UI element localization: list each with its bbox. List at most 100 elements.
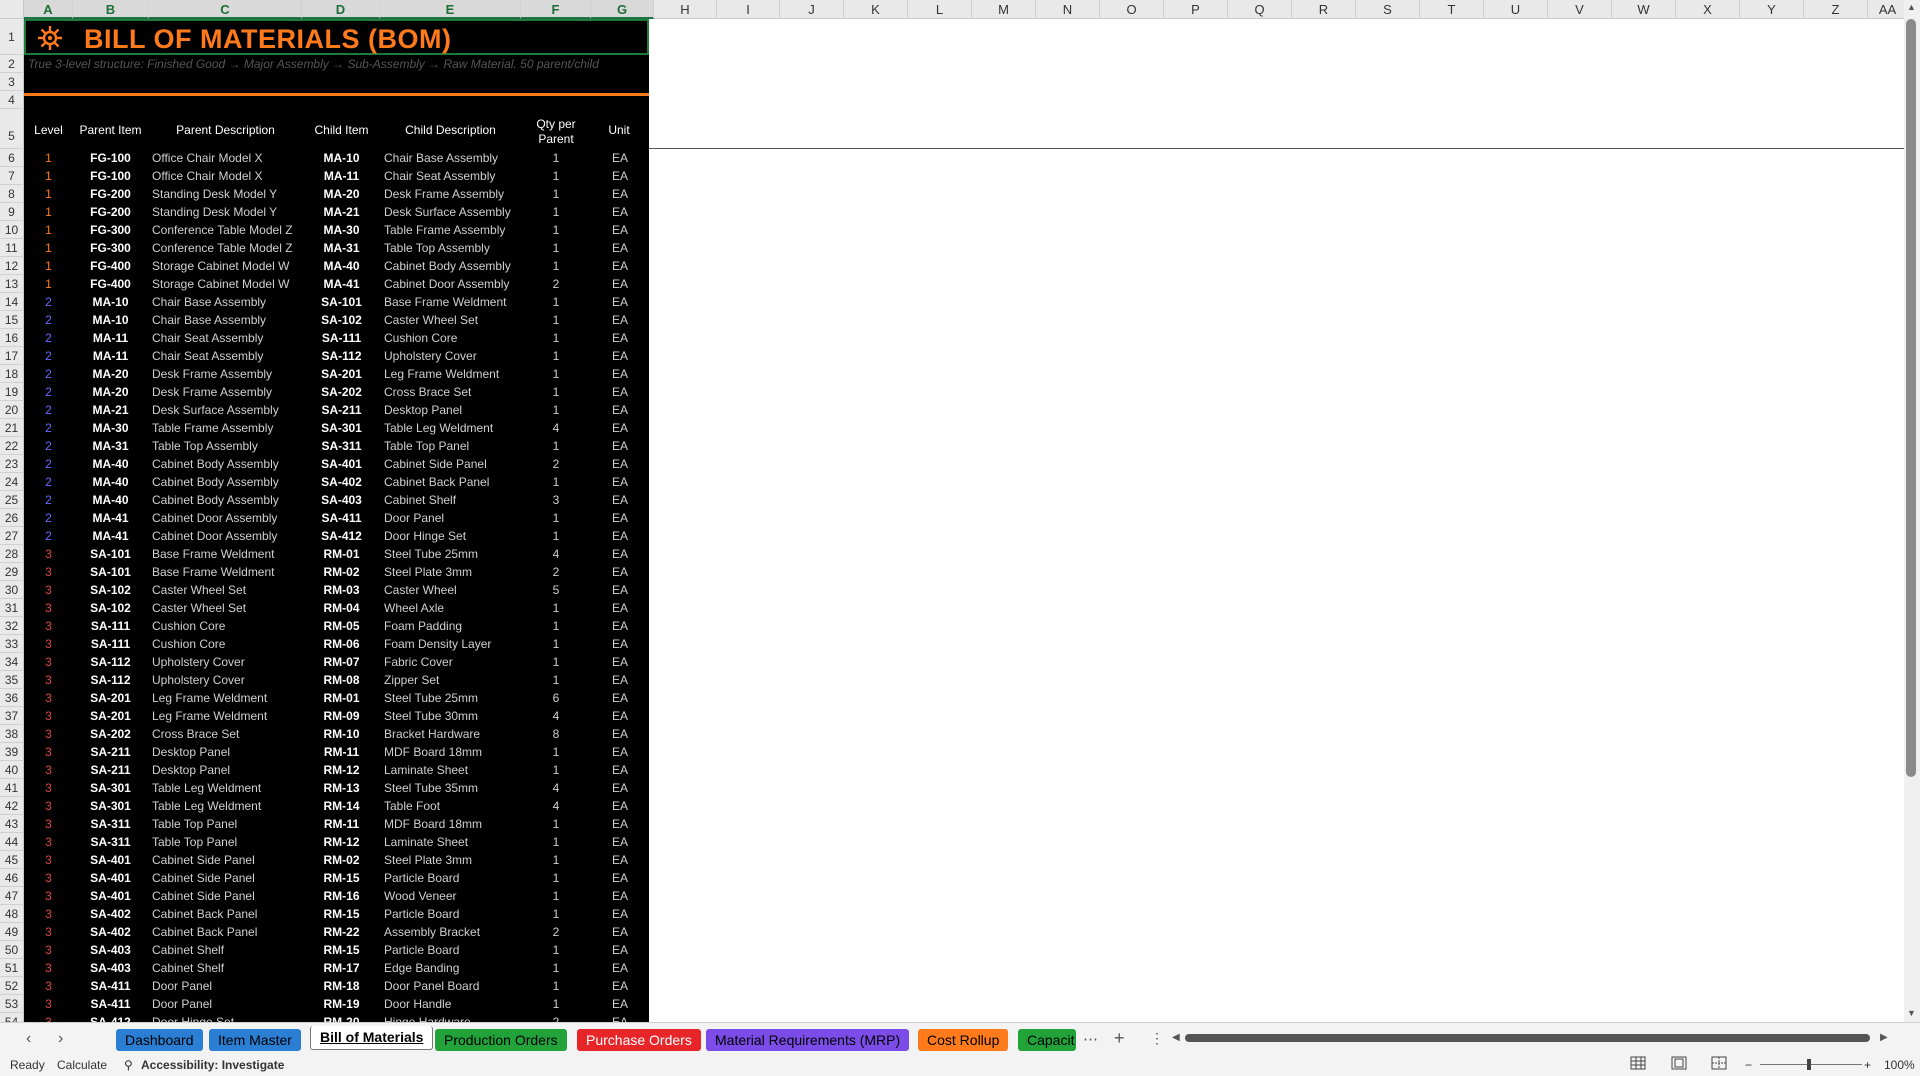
child-item-cell[interactable]: MA-40 [303,257,380,275]
child-description-cell[interactable]: Cabinet Body Assembly [380,257,525,275]
row-header-27[interactable]: 27 [0,527,24,545]
column-header-w[interactable]: W [1612,0,1676,19]
qty-cell[interactable]: 2 [521,1013,591,1022]
child-description-cell[interactable]: Steel Tube 25mm [380,545,525,563]
level-cell[interactable]: 2 [24,419,73,437]
sheet-tab-production-orders[interactable]: Production Orders [435,1029,567,1051]
qty-cell[interactable]: 2 [521,455,591,473]
column-header-d[interactable]: D [302,0,380,19]
qty-cell[interactable]: 1 [521,257,591,275]
child-description-cell[interactable]: MDF Board 18mm [380,743,525,761]
parent-item-cell[interactable]: MA-21 [73,401,148,419]
qty-cell[interactable]: 4 [521,707,591,725]
qty-cell[interactable]: 2 [521,275,591,293]
parent-description-cell[interactable]: Cabinet Door Assembly [148,527,307,545]
qty-cell[interactable]: 1 [521,311,591,329]
level-cell[interactable]: 2 [24,401,73,419]
child-description-cell[interactable]: Chair Seat Assembly [380,167,525,185]
qty-cell[interactable]: 3 [521,491,591,509]
level-cell[interactable]: 3 [24,959,73,977]
column-header-m[interactable]: M [972,0,1036,19]
parent-description-cell[interactable]: Table Top Panel [148,815,307,833]
parent-description-cell[interactable]: Desktop Panel [148,743,307,761]
parent-item-cell[interactable]: SA-311 [73,833,148,851]
parent-item-cell[interactable]: SA-202 [73,725,148,743]
hscroll-left-icon[interactable]: ◀ [1172,1032,1180,1043]
row-header-53[interactable]: 53 [0,995,24,1013]
row-header-10[interactable]: 10 [0,221,24,239]
child-description-cell[interactable]: Particle Board [380,941,525,959]
child-description-cell[interactable]: Table Foot [380,797,525,815]
child-item-cell[interactable]: RM-11 [303,815,380,833]
level-cell[interactable]: 3 [24,707,73,725]
parent-item-cell[interactable]: FG-200 [73,203,148,221]
unit-cell[interactable]: EA [591,455,649,473]
row-header-54[interactable]: 54 [0,1013,24,1022]
unit-cell[interactable]: EA [591,599,649,617]
accessibility-status[interactable]: Accessibility: Investigate [141,1058,284,1072]
normal-view-icon[interactable] [1630,1056,1646,1073]
child-item-cell[interactable]: RM-11 [303,743,380,761]
level-cell[interactable]: 3 [24,833,73,851]
parent-item-cell[interactable]: FG-100 [73,149,148,167]
parent-description-cell[interactable]: Cabinet Back Panel [148,923,307,941]
unit-cell[interactable]: EA [591,185,649,203]
child-item-cell[interactable]: RM-12 [303,833,380,851]
zoom-slider[interactable] [1760,1064,1862,1065]
parent-description-cell[interactable]: Caster Wheel Set [148,581,307,599]
child-description-cell[interactable]: Wood Veneer [380,887,525,905]
qty-cell[interactable]: 1 [521,851,591,869]
row-header-1[interactable]: 1 [0,19,24,55]
next-sheet-icon[interactable]: › [58,1030,63,1048]
parent-item-cell[interactable]: SA-401 [73,887,148,905]
column-header-u[interactable]: U [1484,0,1548,19]
zoom-level[interactable]: 100% [1884,1058,1915,1072]
child-item-cell[interactable]: RM-14 [303,797,380,815]
child-item-cell[interactable]: RM-04 [303,599,380,617]
child-item-cell[interactable]: RM-15 [303,941,380,959]
parent-description-cell[interactable]: Cabinet Shelf [148,959,307,977]
row-header-17[interactable]: 17 [0,347,24,365]
level-cell[interactable]: 1 [24,203,73,221]
parent-item-cell[interactable]: MA-31 [73,437,148,455]
unit-cell[interactable]: EA [591,383,649,401]
parent-item-cell[interactable]: FG-400 [73,275,148,293]
parent-description-cell[interactable]: Cabinet Side Panel [148,887,307,905]
level-cell[interactable]: 2 [24,491,73,509]
parent-description-cell[interactable]: Table Top Assembly [148,437,307,455]
row-header-11[interactable]: 11 [0,239,24,257]
child-description-cell[interactable]: Door Panel [380,509,525,527]
child-description-cell[interactable]: Edge Banding [380,959,525,977]
qty-cell[interactable]: 4 [521,419,591,437]
child-description-cell[interactable]: Particle Board [380,905,525,923]
level-cell[interactable]: 3 [24,725,73,743]
parent-item-cell[interactable]: MA-10 [73,293,148,311]
column-header-q[interactable]: Q [1228,0,1292,19]
child-description-cell[interactable]: Door Panel Board [380,977,525,995]
parent-description-cell[interactable]: Cabinet Side Panel [148,869,307,887]
sheet-tab-item-master[interactable]: Item Master [209,1029,301,1051]
level-cell[interactable]: 1 [24,239,73,257]
row-header-6[interactable]: 6 [0,149,24,167]
parent-item-cell[interactable]: MA-20 [73,383,148,401]
row-header-3[interactable]: 3 [0,73,24,91]
parent-item-cell[interactable]: SA-112 [73,653,148,671]
unit-cell[interactable]: EA [591,689,649,707]
unit-cell[interactable]: EA [591,959,649,977]
unit-cell[interactable]: EA [591,491,649,509]
parent-description-cell[interactable]: Cushion Core [148,617,307,635]
column-header-c[interactable]: C [149,0,302,19]
parent-item-cell[interactable]: SA-403 [73,959,148,977]
parent-description-cell[interactable]: Upholstery Cover [148,653,307,671]
child-item-cell[interactable]: SA-311 [303,437,380,455]
unit-cell[interactable]: EA [591,869,649,887]
child-description-cell[interactable]: Fabric Cover [380,653,525,671]
parent-item-cell[interactable]: SA-411 [73,995,148,1013]
level-cell[interactable]: 1 [24,221,73,239]
unit-cell[interactable]: EA [591,509,649,527]
qty-cell[interactable]: 1 [521,365,591,383]
parent-description-cell[interactable]: Chair Seat Assembly [148,347,307,365]
child-description-cell[interactable]: Caster Wheel [380,581,525,599]
row-header-35[interactable]: 35 [0,671,24,689]
row-header-51[interactable]: 51 [0,959,24,977]
